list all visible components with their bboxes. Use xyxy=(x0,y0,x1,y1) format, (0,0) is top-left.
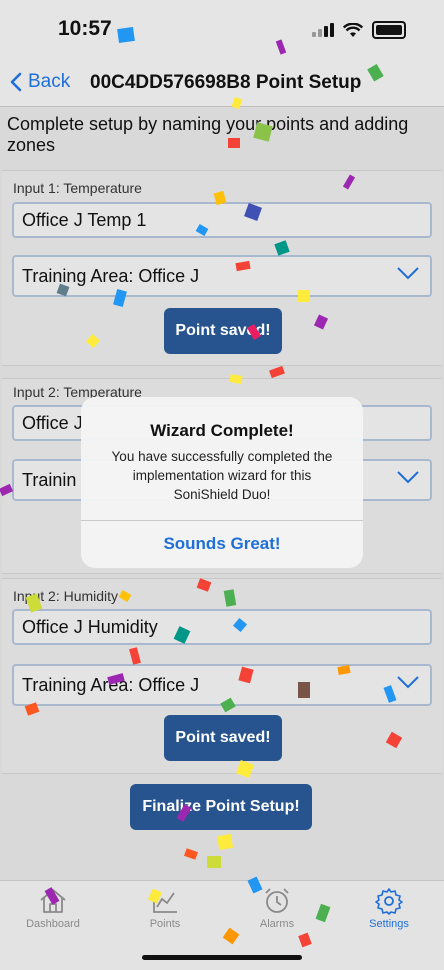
back-label: Back xyxy=(28,71,71,92)
wizard-complete-alert: Wizard Complete! You have successfully c… xyxy=(81,397,363,568)
tab-settings[interactable]: Settings xyxy=(344,887,434,930)
alert-message: You have successfully completed the impl… xyxy=(111,449,333,502)
finalize-point-setup-button[interactable]: Finalize Point Setup! xyxy=(130,784,312,830)
sounds-great-button[interactable]: Sounds Great! xyxy=(81,521,363,568)
point-card-1: Input 1: Temperature Office J Temp 1 Tra… xyxy=(2,170,442,366)
point-name-input[interactable]: Office J Humidity xyxy=(12,609,432,645)
confetti-piece xyxy=(216,833,234,851)
tab-alarms[interactable]: Alarms xyxy=(232,887,322,930)
input-label: Input 1: Temperature xyxy=(13,180,142,196)
chevron-down-icon xyxy=(397,471,419,484)
status-bar: 10:57 xyxy=(0,0,444,60)
house-icon xyxy=(40,889,66,913)
alert-title: Wizard Complete! xyxy=(150,421,294,440)
cell-signal-icon xyxy=(312,23,334,37)
point-card-3: Input 2: Humidity Office J Humidity Trai… xyxy=(2,578,442,774)
confetti-piece xyxy=(183,848,199,860)
zone-select[interactable]: Training Area: Office J xyxy=(12,664,432,706)
tab-label: Dashboard xyxy=(26,918,80,930)
zone-select-value: Trainin xyxy=(22,470,77,490)
alarm-clock-icon xyxy=(265,888,289,913)
confetti-piece xyxy=(269,365,285,379)
chevron-down-icon xyxy=(397,676,419,689)
intro-text: Complete setup by naming your points and… xyxy=(7,114,409,155)
home-indicator xyxy=(142,955,302,960)
chart-icon xyxy=(153,890,177,913)
zone-select-value: Training Area: Office J xyxy=(22,675,200,695)
gear-icon xyxy=(375,888,403,915)
point-name-input[interactable]: Office J Temp 1 xyxy=(12,202,432,238)
status-icons xyxy=(312,21,406,39)
tab-label: Alarms xyxy=(259,918,295,930)
point-saved-button[interactable]: Point saved! xyxy=(164,308,282,354)
zone-select-value: Training Area: Office J xyxy=(22,266,200,286)
tab-label: Settings xyxy=(369,918,409,930)
battery-icon xyxy=(372,21,406,39)
tab-label: Points xyxy=(149,918,181,930)
back-button[interactable]: Back xyxy=(10,71,70,93)
chevron-left-icon xyxy=(10,72,22,92)
confetti-piece xyxy=(207,856,221,868)
navigation-bar: Back 00C4DD576698B8 Point Setup xyxy=(0,60,444,107)
page-title: 00C4DD576698B8 Point Setup xyxy=(90,72,362,93)
tab-points[interactable]: Points xyxy=(120,887,210,930)
zone-select[interactable]: Training Area: Office J xyxy=(12,255,432,297)
tab-dashboard[interactable]: Dashboard xyxy=(8,887,98,930)
input-label: Input 2: Humidity xyxy=(13,588,119,604)
chevron-down-icon xyxy=(397,267,419,280)
wifi-icon xyxy=(343,22,363,37)
status-time: 10:57 xyxy=(58,17,112,40)
point-saved-button[interactable]: Point saved! xyxy=(164,715,282,761)
